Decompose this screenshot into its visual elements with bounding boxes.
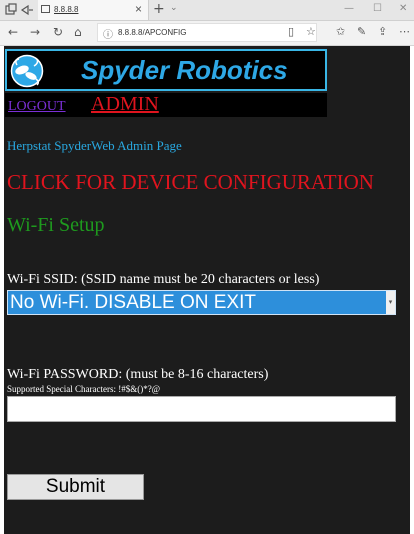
more-icon[interactable]: ⋯: [399, 25, 410, 38]
tab-preview-chevron-icon[interactable]: ⌄: [170, 3, 178, 13]
ssid-selected-value[interactable]: No Wi-Fi. DISABLE ON EXIT: [10, 292, 256, 314]
new-tab-button[interactable]: +: [153, 1, 165, 17]
address-url[interactable]: 8.8.8.8/APCONFIG: [118, 28, 186, 37]
tab-title: 8.8.8.8: [54, 5, 79, 14]
special-characters-note: Supported Special Characters: !#$&()*?@: [7, 384, 160, 394]
favorites-hub-icon[interactable]: ✩: [336, 25, 345, 38]
close-tab-icon[interactable]: ×: [135, 2, 142, 16]
forward-icon[interactable]: →: [30, 25, 40, 39]
minimize-icon[interactable]: —: [344, 3, 354, 14]
admin-link[interactable]: ADMIN: [91, 93, 159, 116]
logout-link[interactable]: LOGOUT: [8, 99, 66, 115]
maximize-icon[interactable]: ☐: [373, 3, 382, 14]
password-label: Wi-Fi PASSWORD: (must be 8-16 characters…: [7, 367, 269, 382]
close-window-icon[interactable]: ✕: [399, 3, 407, 14]
brand-name: Spyder Robotics: [81, 55, 288, 85]
set-aside-tabs-icon[interactable]: [20, 3, 34, 17]
tab-actions-icon[interactable]: [4, 3, 18, 17]
spider-logo-icon: [10, 54, 44, 88]
logo-banner: Spyder Robotics: [5, 49, 327, 91]
browser-tab-bar: 8.8.8.8 × + ⌄ — ☐ ✕: [0, 0, 414, 21]
browser-nav-bar: ← → ↻ ⌂ ⓘ 8.8.8.8/APCONFIG ▯ ☆ ✩ ✎ ⇪ ⋯: [0, 21, 414, 46]
favorite-star-icon[interactable]: ☆: [306, 25, 316, 38]
site-info-icon[interactable]: ⓘ: [103, 26, 113, 41]
refresh-icon[interactable]: ↻: [53, 25, 63, 39]
submit-button[interactable]: Submit: [7, 474, 144, 500]
page-icon: [41, 5, 50, 13]
ssid-label: Wi-Fi SSID: (SSID name must be 20 charac…: [7, 272, 320, 287]
address-bar[interactable]: ⓘ 8.8.8.8/APCONFIG: [97, 23, 317, 42]
page-title: Herpstat SpyderWeb Admin Page: [7, 138, 182, 153]
device-configuration-link[interactable]: CLICK FOR DEVICE CONFIGURATION: [7, 170, 374, 195]
browser-tab[interactable]: 8.8.8.8 ×: [38, 0, 149, 20]
reading-view-icon[interactable]: ▯: [288, 25, 294, 38]
share-icon[interactable]: ⇪: [378, 25, 387, 38]
page-content: Spyder Robotics LOGOUT ADMIN Herpstat Sp…: [4, 46, 410, 534]
wifi-setup-heading: Wi-Fi Setup: [7, 214, 105, 236]
password-input[interactable]: [7, 396, 396, 422]
back-icon[interactable]: ←: [8, 25, 18, 39]
home-icon[interactable]: ⌂: [74, 25, 82, 39]
admin-nav: LOGOUT ADMIN: [5, 93, 327, 117]
web-notes-icon[interactable]: ✎: [357, 25, 366, 38]
chevron-down-icon[interactable]: ▾: [386, 291, 395, 314]
ssid-select[interactable]: No Wi-Fi. DISABLE ON EXIT ▾: [7, 290, 396, 315]
